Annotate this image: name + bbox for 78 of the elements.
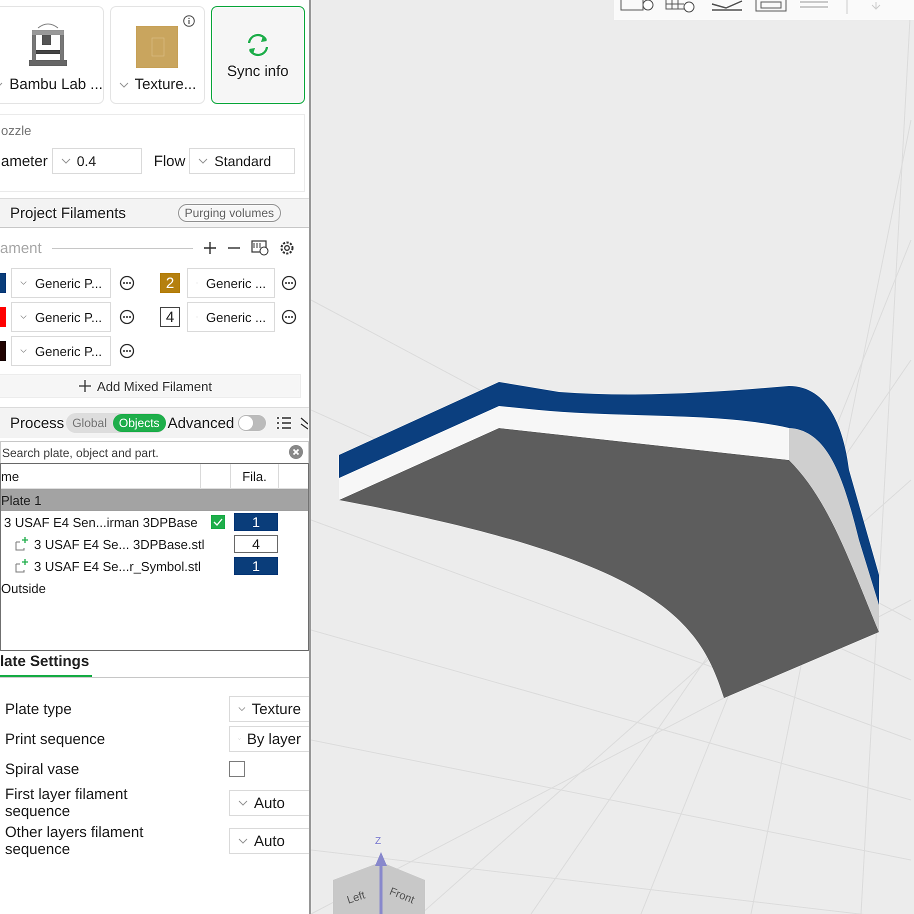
setting-label: Other layers filament sequence	[5, 824, 144, 858]
tree-row[interactable]: 3 USAF E4 Se... 3DPBase.stl 4	[1, 533, 308, 555]
field-label: Flow	[154, 152, 186, 170]
build-plate-icon	[136, 24, 178, 68]
add-icon[interactable]	[203, 241, 217, 255]
flow-dropdown[interactable]: Standard	[189, 148, 296, 174]
column-header: me	[1, 468, 20, 484]
cube-face-label: Left	[346, 889, 367, 907]
column-header: Fila.	[242, 468, 267, 484]
section-title: ozzle	[1, 123, 32, 138]
axis-label: Z	[375, 836, 382, 847]
more-icon[interactable]	[119, 309, 135, 325]
filament-swatch[interactable]	[0, 273, 6, 293]
setting-dropdown[interactable]: Auto	[229, 828, 309, 854]
filament-cell[interactable]: 1	[234, 513, 278, 531]
plate-card[interactable]: Texture...	[110, 6, 205, 104]
grid-add-icon[interactable]	[666, 0, 694, 12]
card-label: Sync info	[226, 62, 289, 80]
filament-swatch[interactable]	[0, 341, 6, 361]
card-label: Texture...	[134, 76, 196, 93]
purging-volumes-button[interactable]: Purging volumes	[178, 204, 281, 222]
tree-row[interactable]: 3 USAF E4 Se...r_Symbol.stl 1	[1, 555, 308, 577]
cube-face-label: Front	[388, 886, 416, 906]
setting-label: Plate type	[5, 700, 73, 718]
add-part-icon	[14, 558, 30, 574]
setting-dropdown[interactable]: Texture	[229, 696, 309, 722]
arrange-icon[interactable]	[711, 0, 743, 11]
add-icon	[79, 380, 92, 392]
filament-swatch[interactable]	[0, 307, 6, 327]
diameter-dropdown[interactable]: 0.4	[52, 148, 142, 174]
tree-row[interactable]: Outside	[1, 577, 308, 599]
add-part-icon	[14, 536, 30, 552]
setting-label: Spiral vase	[5, 760, 80, 778]
add-plate-icon[interactable]	[620, 0, 654, 10]
tree-row[interactable]: 3 USAF E4 Sen...irman 3DPBase 1	[1, 511, 308, 533]
filament-dropdown[interactable]: Generic ...	[187, 268, 275, 298]
more-icon[interactable]	[281, 309, 297, 325]
filament-sync-icon[interactable]	[251, 240, 269, 256]
filament-cell[interactable]: 4	[234, 535, 278, 553]
setting-dropdown[interactable]: Auto	[229, 790, 309, 816]
more-icon[interactable]	[281, 275, 297, 291]
filament-cell[interactable]: 1	[234, 557, 278, 575]
info-icon[interactable]	[182, 15, 195, 27]
setting-dropdown[interactable]: By layer	[229, 726, 309, 752]
list-icon[interactable]	[276, 416, 292, 430]
tree-label: 3 USAF E4 Sen...irman 3DPBase	[4, 514, 198, 530]
card-label: Bambu Lab ...	[9, 76, 103, 93]
more-icon[interactable]	[119, 275, 135, 291]
filament-dropdown[interactable]: Generic P...	[11, 268, 111, 298]
advanced-label: Advanced	[168, 414, 234, 432]
filament-dropdown[interactable]: Generic ...	[187, 302, 275, 332]
printer-card[interactable]: Bambu Lab ...	[0, 6, 104, 104]
tree-label: 3 USAF E4 Se...r_Symbol.stl	[34, 558, 201, 574]
tree-label: Plate 1	[1, 492, 42, 508]
settings-icon[interactable]	[279, 240, 295, 256]
more-icon[interactable]	[119, 343, 135, 359]
setting-label: First layer filament sequence	[5, 786, 129, 820]
visible-checkbox[interactable]	[211, 515, 225, 529]
tree-label: Outside	[1, 580, 46, 596]
filament-dropdown[interactable]: Generic P...	[11, 336, 111, 366]
add-mixed-filament-button[interactable]: Add Mixed Filament	[0, 374, 301, 398]
plate-settings-tab[interactable]: late Settings	[0, 651, 92, 677]
clear-icon[interactable]	[289, 445, 303, 459]
sync-card[interactable]: Sync info	[210, 6, 305, 104]
setting-checkbox[interactable]	[229, 761, 245, 777]
setting-label: Print sequence	[5, 730, 106, 748]
collapse-icon[interactable]	[300, 415, 308, 431]
section-label: ament	[0, 240, 42, 256]
filament-dropdown[interactable]: Generic P...	[11, 302, 111, 332]
tree-label: 3 USAF E4 Se... 3DPBase.stl	[34, 536, 205, 552]
section-title: Process	[10, 414, 64, 432]
filament-swatch[interactable]: 4	[160, 307, 180, 327]
search-field[interactable]: Search plate, object and part.	[0, 441, 309, 463]
section-title: Project Filaments	[10, 204, 126, 222]
advanced-switch[interactable]	[238, 415, 266, 431]
field-label: ameter	[1, 152, 48, 170]
layout-icon[interactable]	[756, 0, 786, 12]
tree-row[interactable]: Plate 1	[1, 489, 308, 511]
